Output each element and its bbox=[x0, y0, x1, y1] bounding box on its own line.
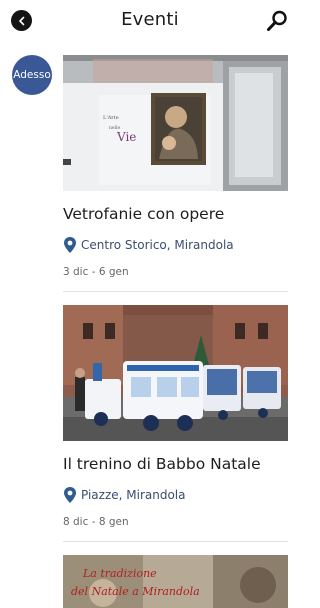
event-title: Vetrofanie con opere bbox=[63, 205, 225, 223]
location-pin-icon bbox=[64, 237, 76, 253]
event-location-text: Piazze, Mirandola bbox=[81, 488, 186, 502]
card-divider bbox=[63, 291, 288, 292]
event-location: Centro Storico, Mirandola bbox=[63, 236, 234, 254]
card-divider bbox=[63, 541, 288, 542]
event-dates: 8 dic - 8 gen bbox=[63, 516, 129, 528]
image-caption-large: Vie bbox=[116, 130, 136, 144]
location-pin-icon bbox=[64, 487, 76, 503]
event-image: L'Arte nelle Vie bbox=[63, 55, 288, 191]
event-location: Piazze, Mirandola bbox=[63, 486, 186, 504]
now-filter-badge[interactable]: Adesso bbox=[12, 55, 52, 95]
event-location-text: Centro Storico, Mirandola bbox=[81, 238, 234, 252]
search-icon bbox=[267, 10, 287, 31]
image-caption-line-1: La tradizione bbox=[82, 567, 157, 580]
app-header: Eventi bbox=[0, 0, 300, 42]
event-dates: 3 dic - 6 gen bbox=[63, 266, 129, 278]
page-title: Eventi bbox=[121, 9, 179, 30]
event-image bbox=[63, 305, 288, 441]
search-button[interactable] bbox=[265, 9, 289, 33]
event-title: Il trenino di Babbo Natale bbox=[63, 455, 261, 473]
image-caption-line-2: del Natale a Mirandola bbox=[71, 585, 200, 598]
now-filter-label: Adesso bbox=[13, 69, 51, 81]
image-caption-small-1: L'Arte bbox=[103, 115, 119, 121]
event-image: La tradizione del Natale a Mirandola bbox=[63, 555, 288, 608]
